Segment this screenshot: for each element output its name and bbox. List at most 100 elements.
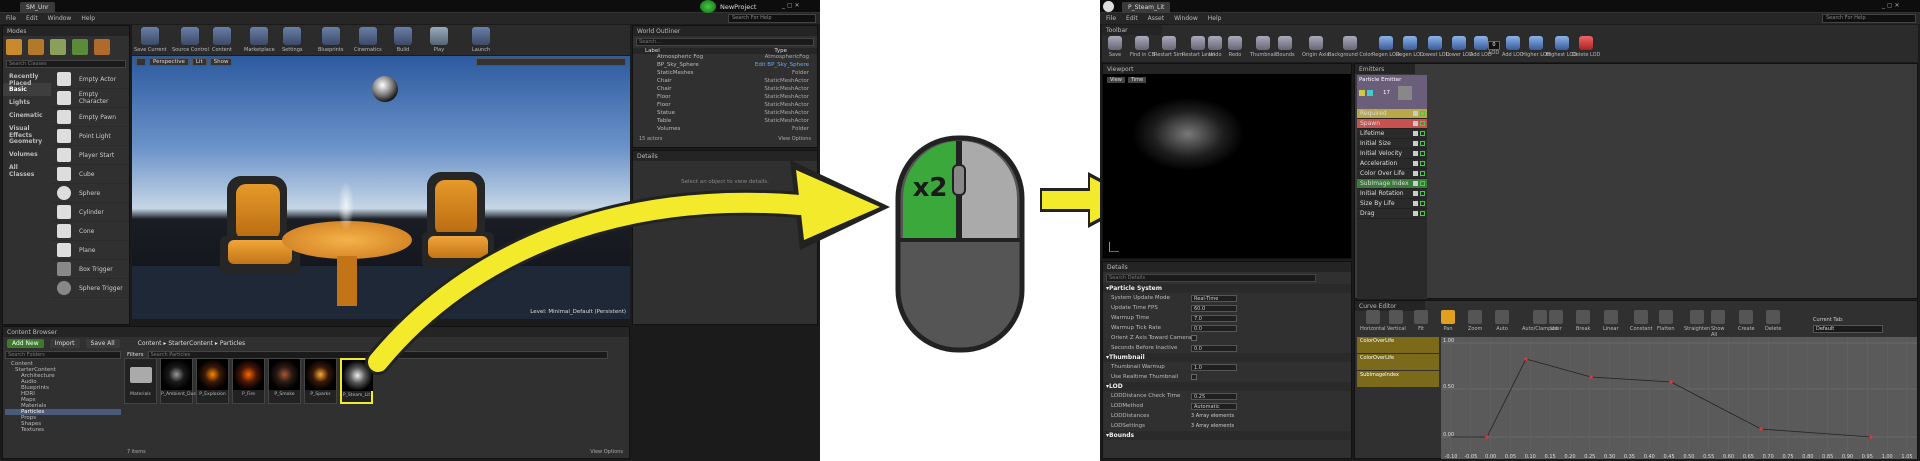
value-field[interactable]: 1.0 — [1191, 363, 1237, 371]
curve-toggle-icon[interactable] — [1413, 181, 1418, 186]
curve-toggle-icon[interactable] — [1413, 151, 1418, 156]
emitter-module[interactable]: Initial Rotation — [1357, 189, 1427, 199]
emitter-header[interactable]: Particle Emitter 17 — [1357, 75, 1427, 109]
enable-checkbox[interactable] — [1420, 151, 1425, 156]
toolbar-button[interactable]: 0 LOD — [1488, 36, 1500, 56]
curve-tool-button[interactable]: Show All — [1711, 310, 1725, 338]
emitter-module[interactable]: Size By Life — [1357, 199, 1427, 209]
toolbar-button[interactable]: Add LOD — [1502, 36, 1524, 58]
enable-checkbox[interactable] — [1420, 141, 1425, 146]
toolbar-button[interactable]: Background Color — [1328, 36, 1372, 58]
curve-toggle-icon[interactable] — [1413, 111, 1418, 116]
menu-edit[interactable]: Edit — [1126, 15, 1138, 22]
curve-tool-button[interactable]: Flatten — [1657, 310, 1675, 332]
curve-tool-button[interactable]: User — [1549, 310, 1563, 332]
enable-checkbox[interactable] — [1420, 131, 1425, 136]
emitter-module[interactable]: Drag — [1357, 209, 1427, 219]
curve-toggle-icon[interactable] — [1413, 191, 1418, 196]
curve-tool-button[interactable]: Constant — [1630, 310, 1652, 332]
toolbar-button[interactable]: Thumbnail — [1250, 36, 1276, 58]
details-section-header[interactable]: ▾ Particle System — [1103, 284, 1351, 293]
curve-tool-button[interactable]: Create — [1738, 310, 1755, 332]
curve-key-point[interactable] — [1669, 380, 1673, 384]
details-tab[interactable]: Details — [1103, 262, 1351, 272]
details-section-header[interactable]: ▾ LOD — [1103, 382, 1351, 391]
curve-graph[interactable]: -0.10 -0.05 0.00 0.05 0.10 0.15 0.20 0.25 0.30 0.… — [1441, 337, 1917, 459]
curve-track[interactable]: ColorOverLife — [1357, 354, 1439, 370]
enable-checkbox[interactable] — [1420, 121, 1425, 126]
toolbar-button[interactable]: Origin Axis — [1302, 36, 1329, 58]
current-tab-select[interactable]: Default — [1813, 325, 1883, 333]
menu-asset[interactable]: Asset — [1148, 15, 1164, 22]
curve-tool-button[interactable]: Zoom — [1468, 310, 1482, 332]
curve-toggle-icon[interactable] — [1413, 211, 1418, 216]
curve-tool-button[interactable]: Horizontal — [1360, 310, 1386, 332]
toolbar-button[interactable]: Undo — [1208, 36, 1222, 58]
toolbar-tab[interactable]: Toolbar — [1102, 25, 1162, 35]
window-controls[interactable]: _ ▢ ✕ — [1882, 2, 1900, 9]
enable-checkbox[interactable] — [1420, 181, 1425, 186]
particle-preview[interactable]: View Time — [1103, 74, 1351, 258]
curve-tool-button[interactable]: Pan — [1441, 310, 1455, 332]
emitter-module[interactable]: Spawn — [1357, 119, 1427, 129]
curve-key-point[interactable] — [1869, 435, 1873, 439]
time-button[interactable]: Time — [1127, 77, 1147, 83]
details-section-header[interactable]: ▾ Thumbnail — [1103, 353, 1351, 362]
toolbar-button[interactable]: Bounds — [1276, 36, 1295, 58]
value-field[interactable]: Automatic — [1191, 402, 1237, 410]
details-section-header[interactable]: ▾ Bounds — [1103, 431, 1351, 440]
curve-key-point[interactable] — [1485, 435, 1489, 439]
asset-tab[interactable]: P_Steam_Lit — [1122, 2, 1171, 13]
curve-tool-button[interactable]: Delete — [1765, 310, 1781, 332]
emitter-module[interactable]: Initial Velocity — [1357, 149, 1427, 159]
toolbar-button[interactable]: Redo — [1228, 36, 1242, 58]
curve-track[interactable]: SubImageIndex — [1357, 371, 1439, 387]
curve-toggle-icon[interactable] — [1413, 161, 1418, 166]
curve-tool-button[interactable]: Fit — [1414, 310, 1428, 332]
menu-help[interactable]: Help — [1208, 15, 1222, 22]
curve-tool-button[interactable]: Straighten — [1684, 310, 1710, 332]
value-field[interactable]: 0.0 — [1191, 344, 1237, 352]
curve-toggle-icon[interactable] — [1413, 141, 1418, 146]
menu-window[interactable]: Window — [1174, 15, 1198, 22]
curve-tool-button[interactable]: Auto — [1495, 310, 1509, 332]
lod-value-field[interactable]: 0 — [1488, 41, 1500, 50]
view-button[interactable]: View — [1107, 77, 1125, 83]
emitters-tab[interactable]: Emitters — [1355, 64, 1415, 74]
details-search-input[interactable]: Search Details — [1106, 274, 1316, 282]
checkbox[interactable] — [1191, 374, 1197, 380]
emitter-module[interactable]: Color Over Life — [1357, 169, 1427, 179]
curve-key-point[interactable] — [1589, 375, 1593, 379]
curve-key-point[interactable] — [1524, 357, 1528, 361]
toolbar-button[interactable]: Delete LOD — [1572, 36, 1600, 58]
emitter-column[interactable]: Particle Emitter 17 Required Spawn Lifetim… — [1357, 75, 1427, 299]
viewport-tab[interactable]: Viewport — [1103, 64, 1351, 74]
enable-checkbox[interactable] — [1420, 191, 1425, 196]
emitter-solo-icon[interactable] — [1367, 90, 1373, 96]
emitter-module[interactable]: Acceleration — [1357, 159, 1427, 169]
emitter-module[interactable]: Required — [1357, 109, 1427, 119]
value-field[interactable]: 60.0 — [1191, 304, 1237, 312]
checkbox[interactable] — [1191, 335, 1197, 341]
value-field[interactable]: 0.25 — [1191, 392, 1237, 400]
menu-file[interactable]: File — [1106, 15, 1116, 22]
curve-tool-button[interactable]: Break — [1576, 310, 1590, 332]
curve-toggle-icon[interactable] — [1413, 171, 1418, 176]
emitter-module[interactable]: Initial Size — [1357, 139, 1427, 149]
curve-tool-button[interactable]: Linear — [1603, 310, 1619, 332]
curve-track[interactable]: ColorOverLife — [1357, 337, 1439, 353]
enable-checkbox[interactable] — [1420, 201, 1425, 206]
curve-toggle-icon[interactable] — [1413, 121, 1418, 126]
toolbar-button[interactable]: Restart Sim — [1154, 36, 1183, 58]
enable-checkbox[interactable] — [1420, 161, 1425, 166]
curve-toggle-icon[interactable] — [1413, 201, 1418, 206]
value-field[interactable]: 7.0 — [1191, 314, 1237, 322]
enable-checkbox[interactable] — [1420, 111, 1425, 116]
toolbar-button[interactable]: Save — [1108, 36, 1122, 58]
emitter-module[interactable]: Lifetime — [1357, 129, 1427, 139]
toolbar-button[interactable]: Lower LOD — [1446, 36, 1473, 58]
emitter-module[interactable]: SubImage Index — [1357, 179, 1427, 189]
toolbar-button[interactable]: Find in CB — [1130, 36, 1155, 58]
enable-checkbox[interactable] — [1420, 171, 1425, 176]
enable-checkbox[interactable] — [1420, 211, 1425, 216]
